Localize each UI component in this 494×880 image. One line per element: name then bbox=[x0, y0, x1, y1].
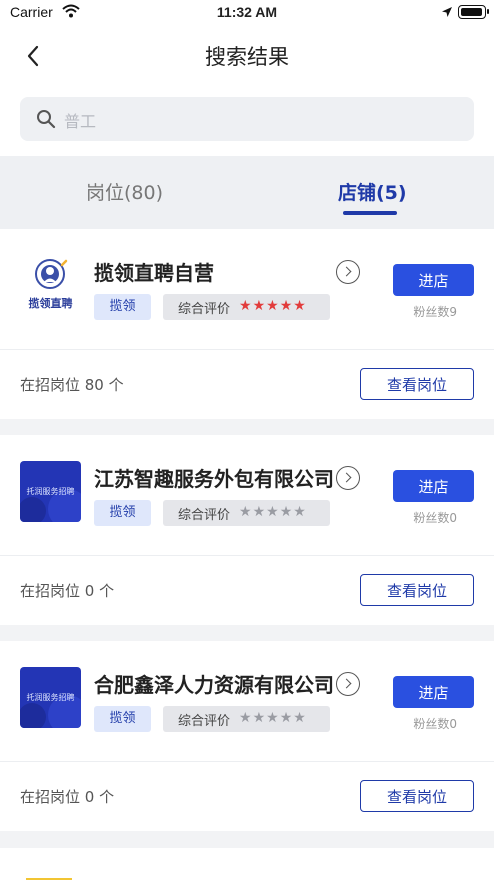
search-icon bbox=[37, 110, 56, 129]
view-jobs-button[interactable]: 查看岗位 bbox=[360, 368, 474, 400]
shop-name[interactable]: 江苏智趣服务外包有限公司 bbox=[94, 463, 334, 492]
view-jobs-button[interactable]: 查看岗位 bbox=[360, 780, 474, 812]
star-icon: ★ bbox=[252, 298, 267, 314]
shop-tag: 揽领 bbox=[94, 706, 151, 732]
star-icon: ★ bbox=[293, 504, 307, 520]
search-section: 普工 bbox=[0, 84, 494, 156]
clock: 11:32 AM bbox=[216, 4, 278, 20]
rating-label: 综合评价 bbox=[178, 302, 231, 317]
star-icon: ★ bbox=[279, 298, 294, 314]
battery-icon bbox=[458, 5, 489, 19]
view-jobs-button[interactable]: 查看岗位 bbox=[360, 574, 474, 606]
enter-shop-button[interactable]: 进店 bbox=[393, 264, 474, 296]
shop-logo-text: 托润服务招聘 bbox=[27, 692, 75, 702]
page-title: 搜索结果 bbox=[205, 45, 289, 69]
shop-logo-text: 揽领直聘 bbox=[29, 296, 73, 310]
shop-logo-emblem: 揽领直聘 bbox=[29, 259, 73, 310]
active-tab-indicator bbox=[343, 211, 397, 215]
rating-stars-icon: ★★★★★ bbox=[239, 504, 307, 520]
job-count: 在招岗位 80 个 bbox=[20, 376, 124, 394]
star-icon: ★ bbox=[266, 504, 280, 520]
star-icon: ★ bbox=[239, 298, 253, 314]
navigation-bar: 搜索结果 bbox=[0, 28, 494, 84]
fans-count: 粉丝数0 bbox=[413, 717, 457, 731]
fans-count: 粉丝数0 bbox=[413, 511, 457, 525]
star-icon: ★ bbox=[239, 504, 253, 520]
chevron-right-circle-icon[interactable] bbox=[336, 466, 360, 490]
shop-logo: 托润服务招聘 bbox=[20, 461, 81, 522]
job-count: 在招岗位 0 个 bbox=[20, 582, 115, 600]
shop-tag: 揽领 bbox=[94, 294, 151, 320]
star-icon: ★ bbox=[293, 710, 307, 726]
chevron-right-circle-icon[interactable] bbox=[336, 672, 360, 696]
shop-logo-emblem: 托润服务招聘 bbox=[20, 667, 81, 728]
shop-logo-emblem: 托润服务招聘 bbox=[20, 461, 81, 522]
status-bar: Carrier 11:32 AM bbox=[0, 0, 494, 28]
result-tabs: 岗位(80) 店铺(5) bbox=[0, 156, 494, 229]
divider bbox=[0, 349, 494, 350]
rating-box: 综合评价 ★★★★★ bbox=[163, 706, 330, 732]
location-arrow-icon bbox=[442, 7, 452, 17]
shop-logo-text: 托润服务招聘 bbox=[27, 486, 75, 496]
star-icon: ★ bbox=[279, 710, 294, 726]
shop-card: 托润服务招聘 江苏智趣服务外包有限公司 揽领 综合评价 ★★★★★ 进店 粉丝数… bbox=[0, 435, 494, 625]
tab-shops[interactable]: 店铺(5) bbox=[338, 178, 407, 205]
star-icon: ★ bbox=[252, 504, 267, 520]
rating-box: 综合评价 ★★★★★ bbox=[163, 500, 330, 526]
shop-tag: 揽领 bbox=[94, 500, 151, 526]
shop-logo: 揽领直聘 bbox=[20, 255, 81, 316]
chevron-right-circle-icon[interactable] bbox=[336, 260, 360, 284]
shop-card: 揽领直聘 揽领直聘自营 揽领 综合评价 ★★★★★ 进店 粉丝数9 在招岗位 8… bbox=[0, 229, 494, 419]
shop-name[interactable]: 揽领直聘自营 bbox=[94, 257, 334, 286]
divider bbox=[0, 761, 494, 762]
rating-box: 综合评价 ★★★★★ bbox=[163, 294, 330, 320]
star-icon: ★ bbox=[293, 298, 307, 314]
rating-label: 综合评价 bbox=[178, 508, 231, 523]
star-icon: ★ bbox=[239, 710, 253, 726]
tab-jobs[interactable]: 岗位(80) bbox=[86, 178, 163, 205]
shop-name[interactable]: 合肥鑫泽人力资源有限公司 bbox=[94, 669, 334, 698]
divider bbox=[0, 555, 494, 556]
rating-stars-icon: ★★★★★ bbox=[239, 710, 307, 726]
job-count: 在招岗位 0 个 bbox=[20, 788, 115, 806]
star-icon: ★ bbox=[252, 710, 267, 726]
star-icon: ★ bbox=[266, 298, 280, 314]
enter-shop-button[interactable]: 进店 bbox=[393, 470, 474, 502]
enter-shop-button[interactable]: 进店 bbox=[393, 676, 474, 708]
star-icon: ★ bbox=[279, 504, 294, 520]
shop-card-partial bbox=[0, 848, 494, 880]
fans-count: 粉丝数9 bbox=[413, 305, 457, 319]
rating-stars-icon: ★★★★★ bbox=[239, 298, 307, 314]
shop-card: 托润服务招聘 合肥鑫泽人力资源有限公司 揽领 综合评价 ★★★★★ 进店 粉丝数… bbox=[0, 641, 494, 831]
shop-logo: 托润服务招聘 bbox=[20, 667, 81, 728]
search-placeholder: 普工 bbox=[64, 112, 97, 131]
rating-label: 综合评价 bbox=[178, 714, 231, 729]
search-input[interactable]: 普工 bbox=[20, 97, 474, 141]
star-icon: ★ bbox=[266, 710, 280, 726]
